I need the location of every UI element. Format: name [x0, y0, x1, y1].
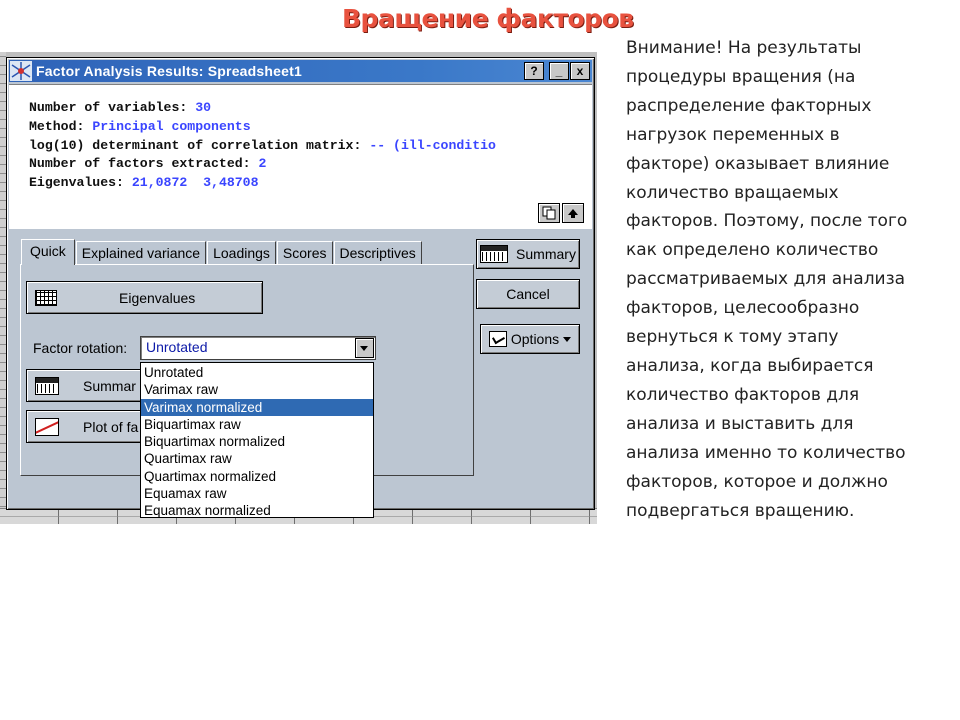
rotation-option[interactable]: Biquartimax normalized: [141, 433, 373, 450]
note-line: рассматриваемых для анализа: [626, 269, 906, 290]
cancel-button-label: Cancel: [506, 286, 550, 302]
summary-loadings-button[interactable]: Summar: [26, 369, 148, 402]
note-line: факторов, целесообразно: [626, 298, 860, 319]
note-line: распределение факторных: [626, 95, 872, 116]
result-label: Eigenvalues:: [29, 175, 124, 191]
result-label: Number of variables:: [29, 100, 188, 115]
note-line: нагрузок переменных в: [626, 124, 840, 145]
result-line: Number of variables: 30: [29, 99, 589, 118]
rotation-option[interactable]: Equamax normalized: [141, 502, 373, 519]
options-icon: [488, 331, 507, 347]
note-line: факторе) оказывает влияние: [626, 153, 890, 174]
window-titlebar[interactable]: Factor Analysis Results: Spreadsheet1 ? …: [9, 60, 592, 82]
result-line: Eigenvalues: 21,0872 3,48708: [29, 174, 589, 193]
result-value: 2: [258, 156, 267, 172]
result-value: 30: [195, 100, 212, 115]
note-line: процедуры вращения (на: [626, 66, 856, 87]
note-line: анализа и выставить для: [626, 413, 854, 434]
window-title: Factor Analysis Results: Spreadsheet1: [36, 63, 302, 79]
tab-item[interactable]: Descriptives: [333, 241, 422, 264]
summary-button-label: Summary: [516, 246, 576, 262]
note-line: анализа именно то количество: [626, 442, 906, 463]
rotation-option[interactable]: Equamax raw: [141, 485, 373, 502]
close-button[interactable]: x: [570, 62, 590, 80]
summary-icon: [35, 376, 59, 395]
result-value: 21,0872 3,48708: [131, 175, 259, 191]
plot-factor-loadings-label: Plot of fa: [83, 418, 139, 435]
result-label: Number of factors extracted:: [29, 156, 251, 172]
summary-icon: [480, 245, 509, 263]
slide-title: Вращение факторов: [342, 4, 634, 33]
factor-rotation-options: Unrotated Varimax raw Varimax normalized Bi…: [140, 362, 374, 518]
note-line: количество вращаемых: [626, 182, 839, 203]
tab-item[interactable]: Explained variance: [75, 241, 207, 264]
rotation-option[interactable]: Biquartimax raw: [141, 416, 373, 433]
factor-analysis-window: Factor Analysis Results: Spreadsheet1 ? …: [6, 57, 595, 518]
options-button[interactable]: Options: [480, 324, 580, 354]
slide-note: Внимание! На результаты процедуры вращени…: [626, 34, 946, 525]
note-line: факторов, которое и должно: [626, 471, 888, 492]
rotation-option[interactable]: Varimax raw: [141, 381, 373, 398]
note-line: количество факторов для: [626, 384, 860, 405]
copy-output-button[interactable]: [538, 203, 560, 223]
summary-loadings-label: Summar: [83, 377, 136, 394]
note-line: Внимание! На результаты: [626, 38, 862, 58]
minimize-button[interactable]: _: [549, 62, 569, 80]
factor-rotation-label: Factor rotation:: [33, 340, 128, 356]
plot-icon: [35, 417, 59, 436]
result-label: log(10) determinant of correlation matri…: [29, 137, 362, 153]
chevron-down-icon[interactable]: [355, 338, 374, 358]
rotation-option[interactable]: Quartimax raw: [141, 450, 373, 467]
tab-item[interactable]: Scores: [276, 241, 333, 264]
result-value: Principal components: [92, 118, 251, 134]
copy-icon: [542, 206, 556, 220]
caret-down-icon: [563, 336, 572, 342]
app-icon: [10, 61, 32, 81]
result-label: Method:: [29, 118, 85, 134]
scroll-top-button[interactable]: [562, 203, 584, 223]
tab-item[interactable]: Quick: [21, 239, 75, 265]
summary-button[interactable]: Summary: [476, 239, 580, 269]
plot-factor-loadings-button[interactable]: Plot of fa: [26, 410, 148, 443]
cancel-button[interactable]: Cancel: [476, 279, 580, 309]
result-value: -- (ill-conditio: [369, 137, 496, 153]
result-line: Number of factors extracted: 2: [29, 155, 589, 174]
note-line: подвергаться вращению.: [626, 500, 855, 521]
result-line: log(10) determinant of correlation matri…: [29, 137, 589, 156]
tab-item[interactable]: Loadings: [207, 241, 276, 264]
note-line: анализа, когда выбирается: [626, 355, 874, 376]
results-output-pane: Number of variables: 30 Method: Principal…: [9, 84, 592, 229]
screenshot-area: Factor Analysis Results: Spreadsheet1 ? …: [0, 52, 597, 524]
factor-rotation-value: Unrotated: [146, 339, 208, 355]
help-button[interactable]: ?: [524, 62, 544, 80]
arrow-up-icon: [568, 209, 578, 218]
result-line: Method: Principal components: [29, 118, 589, 137]
rotation-option[interactable]: Quartimax normalized: [141, 468, 373, 485]
note-line: факторов. Поэтому, после того: [626, 211, 908, 232]
tab-strip: Quick Explained variance Loadings Scores Des…: [21, 239, 423, 265]
options-button-label: Options: [510, 331, 560, 347]
note-line: как определено количество: [626, 240, 879, 261]
eigenvalues-button[interactable]: Eigenvalues: [26, 281, 263, 314]
rotation-option[interactable]: Unrotated: [141, 364, 373, 381]
rotation-option[interactable]: Varimax normalized: [141, 398, 373, 416]
note-line: вернуться к тому этапу: [626, 327, 839, 348]
grid-icon: [35, 289, 57, 306]
eigenvalues-button-label: Eigenvalues: [119, 289, 196, 306]
results-text: Number of variables: 30 Method: Principal…: [29, 99, 589, 193]
factor-rotation-select[interactable]: Unrotated: [140, 336, 376, 360]
